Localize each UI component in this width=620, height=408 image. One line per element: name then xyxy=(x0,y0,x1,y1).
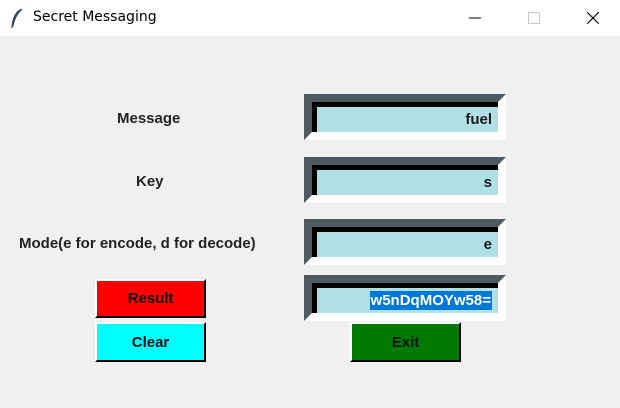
result-value[interactable]: w5nDqMOYw58= xyxy=(369,291,492,310)
exit-button[interactable]: Exit xyxy=(350,322,461,362)
result-button[interactable]: Result xyxy=(95,279,206,318)
clear-button[interactable]: Clear xyxy=(95,322,206,362)
mode-value: e xyxy=(312,227,498,257)
title-bar[interactable]: Secret Messaging xyxy=(0,0,620,36)
maximize-icon xyxy=(528,12,540,24)
minimize-button[interactable] xyxy=(452,0,498,36)
window-title: Secret Messaging xyxy=(33,9,157,25)
mode-input[interactable]: e xyxy=(304,219,506,265)
mode-label: Mode(e for encode, d for decode) xyxy=(19,235,256,252)
close-button[interactable] xyxy=(570,0,616,36)
minimize-icon xyxy=(469,17,481,19)
key-input[interactable]: s xyxy=(304,157,506,203)
feather-icon xyxy=(11,8,23,28)
message-label: Message xyxy=(117,110,181,127)
key-label: Key xyxy=(136,173,164,190)
message-value: fuel xyxy=(312,102,498,132)
key-value: s xyxy=(312,165,498,195)
result-value-container: w5nDqMOYw58= xyxy=(312,283,498,313)
message-input[interactable]: fuel xyxy=(304,94,506,140)
close-icon xyxy=(587,12,599,24)
maximize-button[interactable] xyxy=(511,0,557,36)
result-output[interactable]: w5nDqMOYw58= xyxy=(304,275,506,321)
